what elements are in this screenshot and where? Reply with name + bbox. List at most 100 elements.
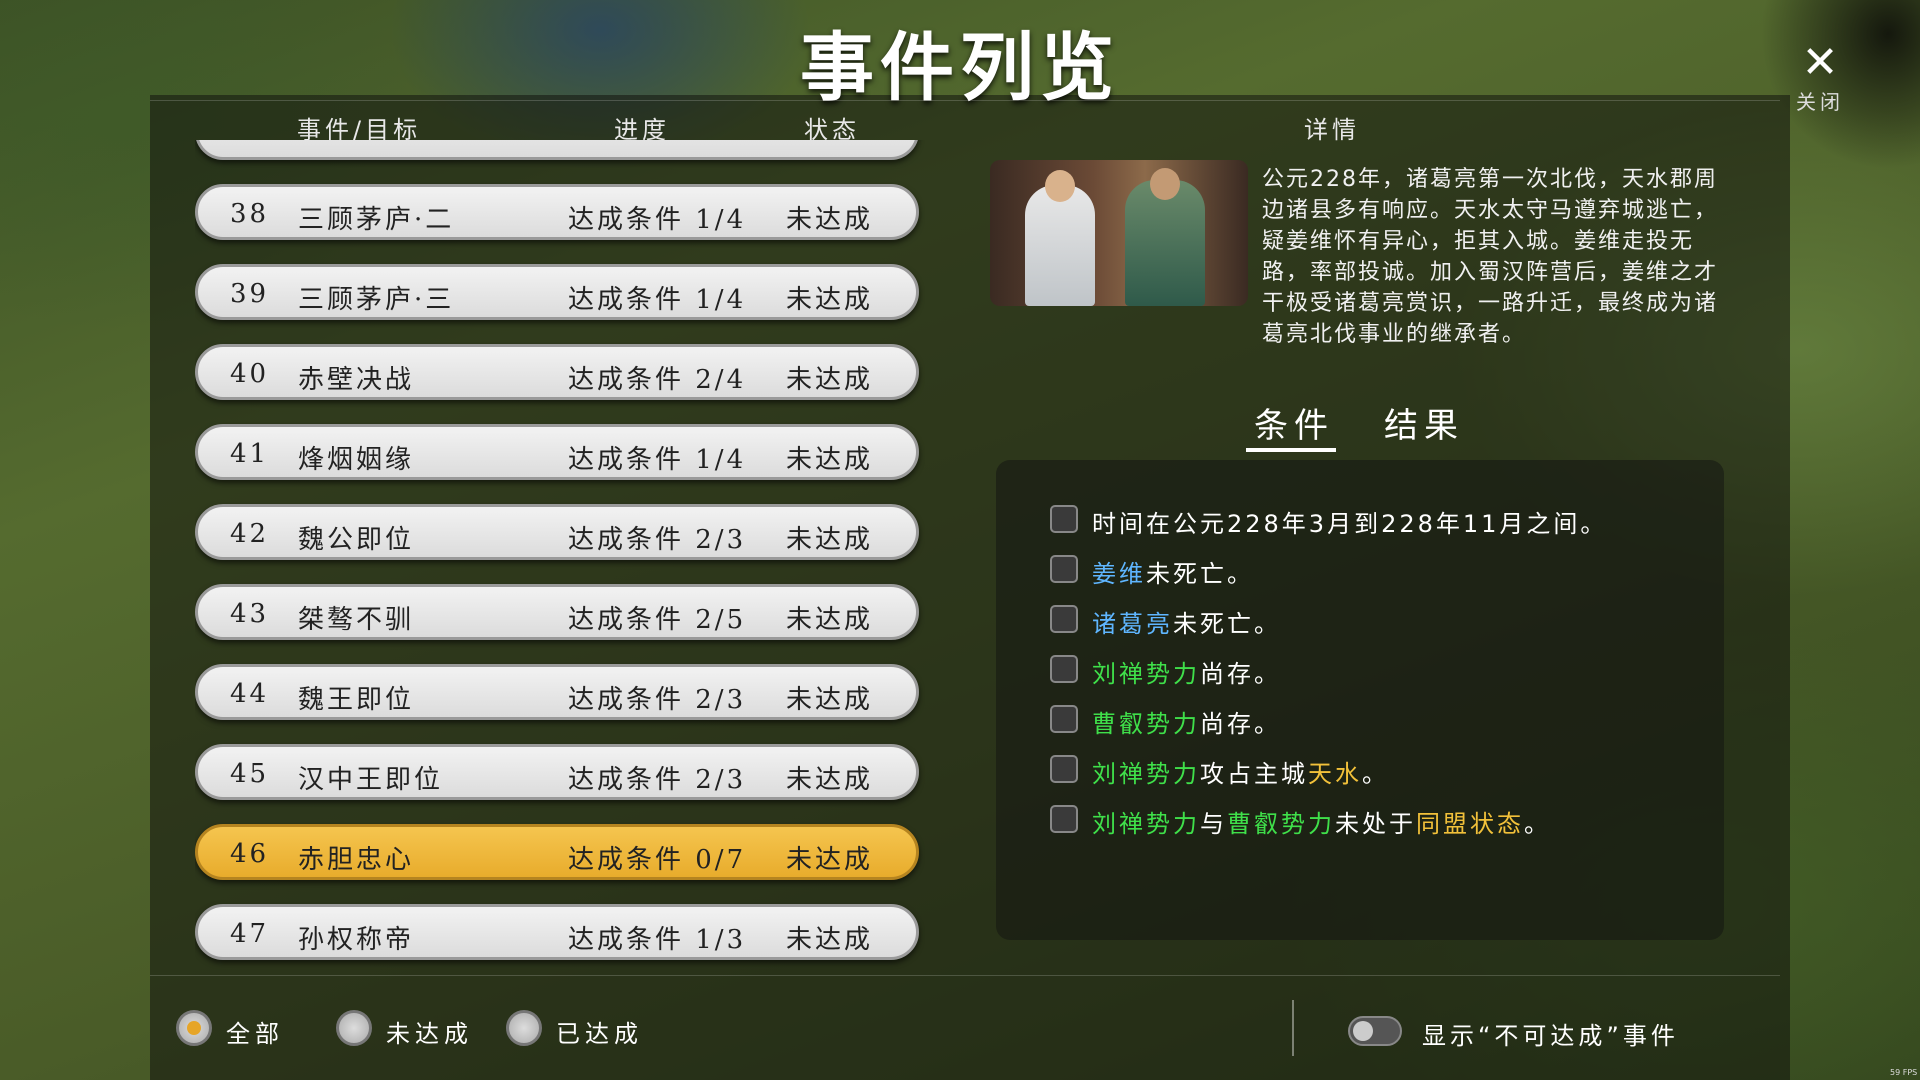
event-name: 孙权称帝 — [298, 925, 415, 955]
condition-text-part: 刘禅势力 — [1092, 760, 1200, 788]
event-progress: 达成条件 1/4 — [568, 205, 747, 235]
condition-text-part: 。 — [1524, 810, 1551, 838]
condition-checkbox[interactable] — [1050, 705, 1078, 733]
event-status: 未达成 — [786, 445, 874, 475]
event-progress: 达成条件 2/4 — [568, 365, 747, 395]
event-progress: 达成条件 0/7 — [568, 845, 747, 875]
event-row-partial[interactable] — [195, 140, 919, 160]
event-number: 43 — [230, 599, 270, 629]
event-progress: 达成条件 2/5 — [568, 605, 747, 635]
condition-checkbox[interactable] — [1050, 505, 1078, 533]
event-status: 未达成 — [786, 685, 874, 715]
condition-text-part: 未死亡。 — [1173, 610, 1281, 638]
event-status: 未达成 — [786, 925, 874, 955]
radio-icon — [176, 1010, 212, 1046]
figure-zhuge-liang — [1025, 185, 1095, 306]
event-name: 桀骜不驯 — [298, 605, 415, 635]
condition-checkbox[interactable] — [1050, 655, 1078, 683]
condition-text-part: 天水 — [1308, 760, 1362, 788]
condition-text: 曹叡势力尚存。 — [1092, 704, 1281, 739]
event-number: 42 — [230, 519, 270, 549]
event-number: 46 — [230, 839, 270, 869]
event-number: 47 — [230, 919, 270, 949]
event-row[interactable]: 40 赤壁决战 达成条件 2/4 未达成 — [195, 344, 919, 400]
condition-text: 刘禅势力尚存。 — [1092, 654, 1281, 689]
show-unachievable-toggle[interactable] — [1348, 1016, 1402, 1046]
filter-label: 未达成 — [386, 1020, 473, 1048]
page-title: 事件列览 — [800, 25, 1120, 111]
event-row[interactable]: 45 汉中王即位 达成条件 2/3 未达成 — [195, 744, 919, 800]
event-progress: 达成条件 1/4 — [568, 285, 747, 315]
condition-text: 诸葛亮未死亡。 — [1092, 604, 1281, 639]
event-name: 三顾茅庐·三 — [298, 285, 455, 315]
condition-text-part: 尚存。 — [1200, 710, 1281, 738]
event-row[interactable]: 38 三顾茅庐·二 达成条件 1/4 未达成 — [195, 184, 919, 240]
close-button[interactable]: ✕ 关闭 — [1780, 40, 1860, 120]
event-status: 未达成 — [786, 845, 874, 875]
event-row[interactable]: 43 桀骜不驯 达成条件 2/5 未达成 — [195, 584, 919, 640]
condition-text-part: 刘禅势力 — [1092, 660, 1200, 688]
event-progress: 达成条件 2/3 — [568, 525, 747, 555]
figure-head — [1045, 170, 1075, 202]
event-row[interactable]: 41 烽烟姻缘 达成条件 1/4 未达成 — [195, 424, 919, 480]
event-name: 赤胆忠心 — [298, 845, 415, 875]
event-status: 未达成 — [786, 285, 874, 315]
condition-text-part: 诸葛亮 — [1092, 610, 1173, 638]
column-header-detail: 详情 — [1304, 116, 1360, 144]
event-row-selected[interactable]: 46 赤胆忠心 达成条件 0/7 未达成 — [195, 824, 919, 880]
condition-text-part: 刘禅势力 — [1092, 810, 1200, 838]
event-status: 未达成 — [786, 765, 874, 795]
event-progress: 达成条件 2/3 — [568, 765, 747, 795]
condition-text-part: 曹叡势力 — [1227, 810, 1335, 838]
condition-checkbox[interactable] — [1050, 605, 1078, 633]
event-description[interactable]: 公元228年，诸葛亮第一次北伐，天水郡周边诸县多有响应。天水太守马遵弃城逃亡，疑… — [1262, 164, 1740, 360]
radio-icon — [336, 1010, 372, 1046]
condition-text-part: 与 — [1200, 810, 1227, 838]
tab-results[interactable]: 结果 — [1384, 398, 1464, 447]
event-progress: 达成条件 2/3 — [568, 685, 747, 715]
condition-text: 时间在公元228年3月到228年11月之间。 — [1092, 504, 1607, 539]
event-illustration — [990, 160, 1248, 306]
radio-icon — [506, 1010, 542, 1046]
event-number: 44 — [230, 679, 270, 709]
condition-text-part: 。 — [1362, 760, 1389, 788]
condition-text-part: 未处于 — [1335, 810, 1416, 838]
event-number: 39 — [230, 279, 270, 309]
event-row[interactable]: 42 魏公即位 达成条件 2/3 未达成 — [195, 504, 919, 560]
filter-label: 已达成 — [556, 1020, 643, 1048]
event-number: 45 — [230, 759, 270, 789]
condition-text: 刘禅势力与曹叡势力未处于同盟状态。 — [1092, 804, 1551, 839]
event-row[interactable]: 44 魏王即位 达成条件 2/3 未达成 — [195, 664, 919, 720]
footer-divider — [150, 975, 1780, 976]
condition-text-part: 未死亡。 — [1146, 560, 1254, 588]
condition-text-part: 同盟状态 — [1416, 810, 1524, 838]
event-status: 未达成 — [786, 365, 874, 395]
condition-checkbox[interactable] — [1050, 805, 1078, 833]
event-list[interactable]: 38 三顾茅庐·二 达成条件 1/4 未达成 39 三顾茅庐·三 达成条件 1/… — [195, 140, 925, 970]
fps-counter: 59 FPS — [1890, 1068, 1918, 1077]
event-name: 魏公即位 — [298, 525, 415, 555]
event-name: 魏王即位 — [298, 685, 415, 715]
condition-text-part: 姜维 — [1092, 560, 1146, 588]
condition-checkbox[interactable] — [1050, 755, 1078, 783]
event-row[interactable]: 39 三顾茅庐·三 达成条件 1/4 未达成 — [195, 264, 919, 320]
event-name: 三顾茅庐·二 — [298, 205, 455, 235]
event-progress: 达成条件 1/4 — [568, 445, 747, 475]
condition-text-part: 时间在公元228年3月到228年11月之间。 — [1092, 510, 1608, 538]
show-unachievable-label: 显示“不可达成”事件 — [1422, 1022, 1679, 1050]
event-status: 未达成 — [786, 605, 874, 635]
condition-text: 姜维未死亡。 — [1092, 554, 1254, 589]
condition-checkbox[interactable] — [1050, 555, 1078, 583]
event-status: 未达成 — [786, 525, 874, 555]
condition-text-part: 尚存。 — [1200, 660, 1281, 688]
event-progress: 达成条件 1/3 — [568, 925, 747, 955]
condition-text-part: 曹叡势力 — [1092, 710, 1200, 738]
event-status: 未达成 — [786, 205, 874, 235]
tab-active-indicator — [1246, 448, 1336, 452]
event-name: 赤壁决战 — [298, 365, 415, 395]
event-number: 38 — [230, 199, 270, 229]
tab-conditions[interactable]: 条件 — [1254, 398, 1334, 447]
event-number: 41 — [230, 439, 270, 469]
event-name: 烽烟姻缘 — [298, 445, 415, 475]
event-row[interactable]: 47 孙权称帝 达成条件 1/3 未达成 — [195, 904, 919, 960]
